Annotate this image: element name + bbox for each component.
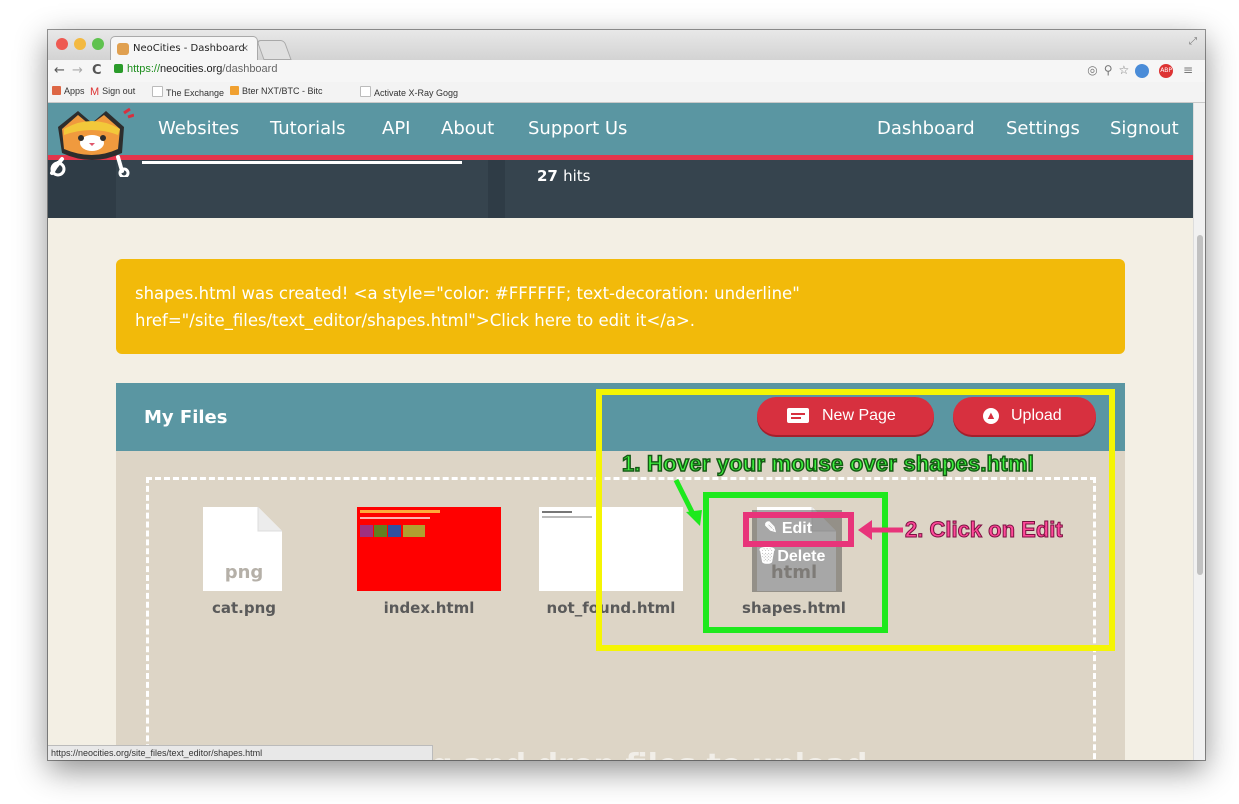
nav-settings[interactable]: Settings — [1006, 118, 1080, 139]
browser-tab[interactable]: NeoCities - Dashboard × — [110, 36, 258, 60]
navbar-accent-line — [48, 155, 1193, 160]
hits-count: 27 hits — [537, 167, 590, 185]
page-icon — [152, 86, 163, 97]
adblock-icon[interactable]: ABP — [1159, 63, 1174, 78]
nav-tutorials[interactable]: Tutorials — [270, 118, 346, 139]
toolbar-icons: ◎⚲☆ ABP ≡ — [1087, 63, 1199, 78]
zoom-window-button[interactable] — [92, 38, 104, 50]
new-tab-button[interactable] — [256, 40, 292, 60]
nav-websites[interactable]: Websites — [158, 118, 239, 139]
alert-line-1: shapes.html was created! <a style="color… — [135, 284, 800, 303]
annotation-step-1: 1. Hover your mouse over shapes.html — [621, 450, 1034, 477]
nav-api[interactable]: API — [382, 118, 410, 139]
browser-toolbar: ← → C https://neocities.org/dashboard ◎⚲… — [48, 60, 1205, 82]
lock-icon — [114, 64, 123, 73]
title-bar: NeoCities - Dashboard × ⤢ — [48, 30, 1205, 60]
bookmark-label: Apps — [64, 86, 85, 96]
bookmark-label: Sign out — [102, 86, 136, 96]
bookmark-apps[interactable]: Apps — [52, 86, 85, 96]
site-navbar: Websites Tutorials API About Support Us … — [48, 103, 1193, 155]
extension-globe-icon[interactable] — [1135, 63, 1150, 78]
divider — [142, 161, 462, 164]
file-name[interactable]: cat.png — [172, 599, 316, 617]
bookmark-label: The Exchange — [166, 88, 225, 98]
menu-icon[interactable]: ≡ — [1183, 63, 1199, 77]
scrollbar-thumb[interactable] — [1197, 235, 1203, 575]
nav-signout[interactable]: Signout — [1110, 118, 1179, 139]
shield-icon[interactable]: ◎ — [1087, 63, 1103, 77]
status-bar-url: https://neocities.org/site_files/text_ed… — [48, 745, 433, 760]
my-files-title: My Files — [144, 407, 228, 428]
alert-line-2: href="/site_files/text_editor/shapes.htm… — [135, 311, 696, 330]
close-window-button[interactable] — [56, 38, 68, 50]
nav-support-us[interactable]: Support Us — [528, 118, 627, 139]
fullscreen-icon[interactable]: ⤢ — [1189, 36, 1197, 47]
url-host: neocities.org — [160, 63, 223, 75]
nav-dashboard[interactable]: Dashboard — [877, 118, 975, 139]
hits-value: 27 — [537, 167, 558, 185]
tab-close-icon[interactable]: × — [241, 37, 249, 61]
forward-arrow-icon[interactable]: → — [72, 63, 83, 78]
neocities-favicon-icon — [117, 43, 129, 55]
file-name[interactable]: index.html — [357, 599, 501, 617]
bookmark-bter[interactable]: Bter NXT/BTC - Bitc — [230, 86, 323, 96]
hits-label: hits — [563, 167, 591, 185]
star-icon[interactable]: ☆ — [1119, 63, 1136, 77]
url-path: /dashboard — [222, 63, 278, 75]
gmail-icon: M — [90, 86, 100, 98]
annotation-pink-box — [743, 512, 854, 547]
minimize-window-button[interactable] — [74, 38, 86, 50]
index-thumbnail — [357, 507, 501, 591]
search-icon[interactable]: ⚲ — [1104, 63, 1119, 77]
tab-title: NeoCities - Dashboard — [133, 43, 245, 54]
file-type-label: png — [224, 562, 264, 583]
bookmarks-bar: Apps M Sign out The Exchange Bter NXT/BTC… — [48, 82, 1205, 103]
nav-about[interactable]: About — [441, 118, 494, 139]
bookmark-sign-out[interactable]: M Sign out — [90, 86, 136, 98]
neocities-cat-logo[interactable] — [48, 107, 134, 177]
page-scrollbar[interactable] — [1193, 103, 1205, 760]
bookmark-label: Bter NXT/BTC - Bitc — [242, 86, 323, 96]
url-scheme: https:// — [127, 63, 161, 75]
chart-icon — [230, 86, 239, 95]
apps-grid-icon — [52, 86, 61, 95]
bookmark-xray[interactable]: Activate X-Ray Gogg — [360, 86, 458, 98]
bookmark-label: Activate X-Ray Gogg — [374, 88, 459, 98]
reload-icon[interactable]: C — [92, 63, 102, 78]
back-arrow-icon[interactable]: ← — [54, 63, 65, 78]
created-alert: shapes.html was created! <a style="color… — [116, 259, 1125, 354]
address-bar[interactable]: https://neocities.org/dashboard — [114, 63, 277, 75]
page-icon — [360, 86, 371, 97]
bookmark-the-exchange[interactable]: The Exchange — [152, 86, 224, 98]
annotation-step-2: 2. Click on Edit — [905, 517, 1064, 543]
